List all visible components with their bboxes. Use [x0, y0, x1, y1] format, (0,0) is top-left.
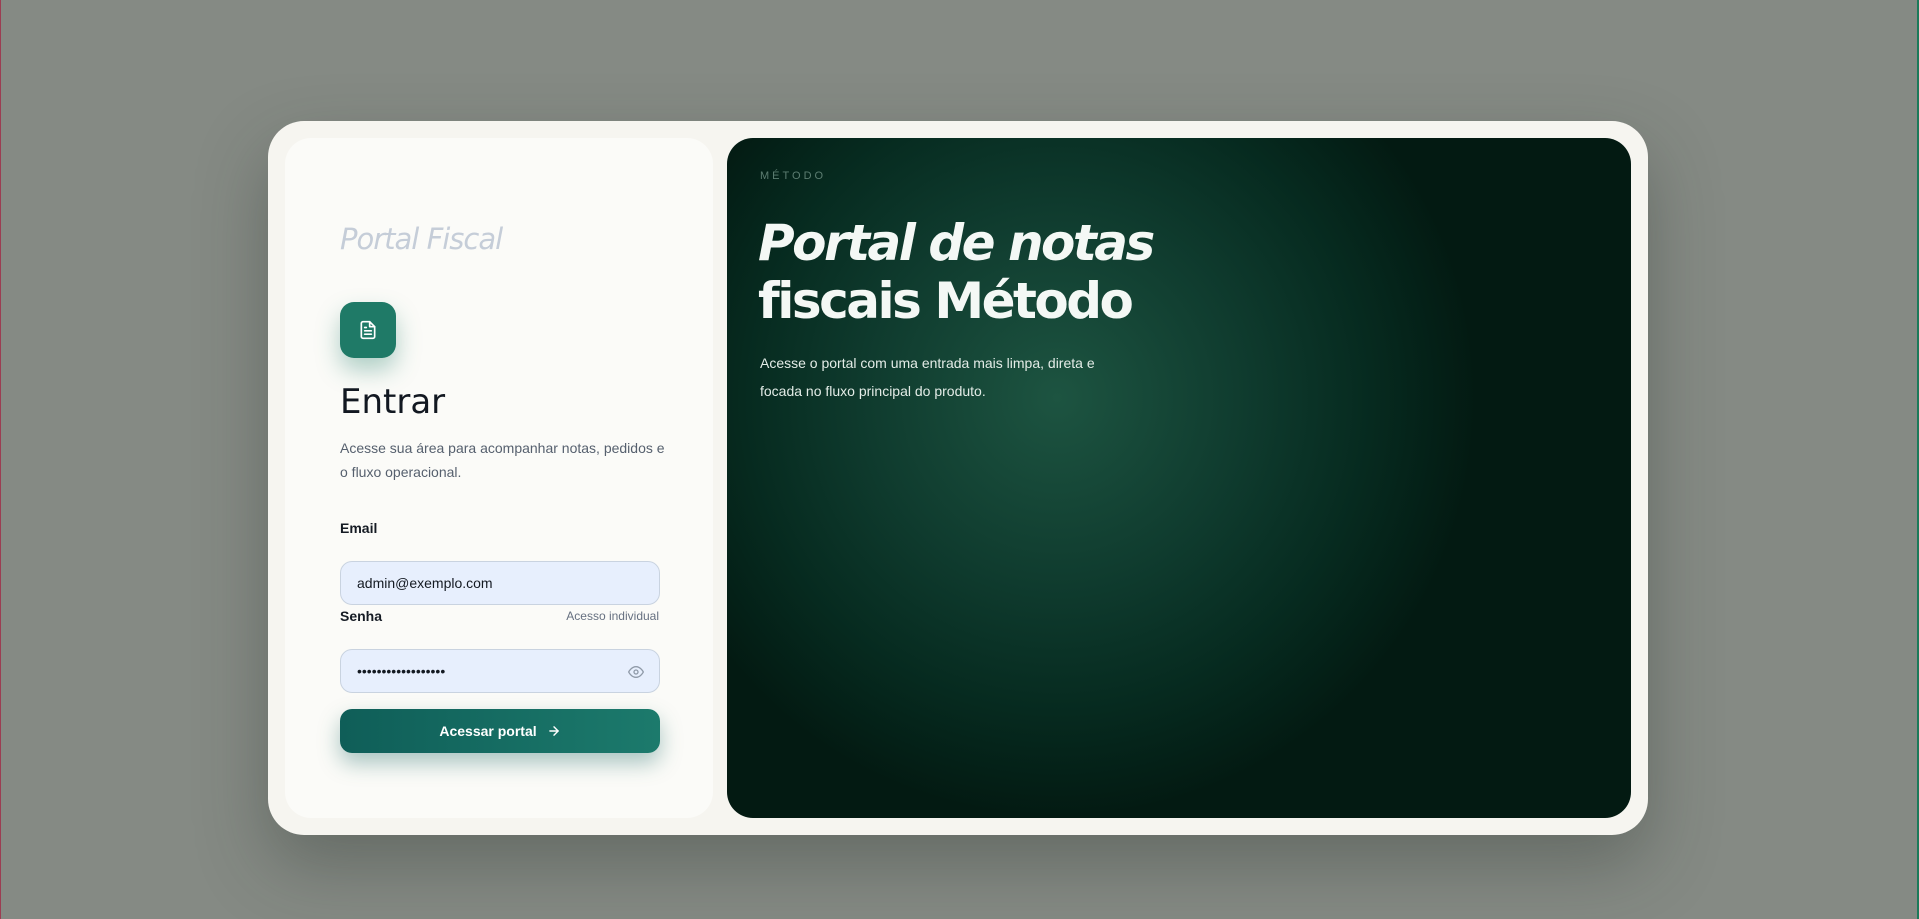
hero-title: Portal de notas fiscais Método [758, 214, 1178, 330]
login-panel: Portal Fiscal Entrar Acesse sua área par… [285, 138, 713, 818]
hero-title-line2: fiscais Método [758, 272, 1134, 330]
email-value: admin@exemplo.com [357, 575, 493, 591]
brand-name: Portal Fiscal [340, 222, 503, 256]
login-card: Portal Fiscal Entrar Acesse sua área par… [268, 121, 1648, 835]
eye-icon [628, 666, 644, 678]
submit-button[interactable]: Acessar portal [340, 709, 660, 753]
document-icon [360, 320, 376, 340]
login-title: Entrar [340, 382, 446, 422]
password-value: •••••••••••••••••• [357, 663, 446, 679]
email-field[interactable]: admin@exemplo.com [340, 561, 660, 605]
hero-panel: MÉTODO Portal de notas fiscais Método Ac… [727, 138, 1631, 818]
logo-badge [340, 302, 396, 358]
password-label: Senha [340, 608, 383, 624]
hero-description: Acesse o portal com uma entrada mais lim… [760, 355, 1095, 399]
password-toggle-button[interactable] [627, 663, 645, 681]
login-subtitle: Acesse sua área para acompanhar notas, p… [340, 440, 665, 480]
password-field[interactable]: •••••••••••••••••• [340, 649, 660, 693]
hero-title-line1: Portal de notas [758, 214, 1155, 272]
arrow-right-icon [548, 726, 559, 736]
submit-label: Acessar portal [439, 723, 537, 739]
hero-overline: MÉTODO [760, 170, 827, 182]
email-label: Email [340, 520, 378, 536]
password-hint: Acesso individual [566, 609, 659, 623]
window-edge-left [0, 0, 1, 919]
